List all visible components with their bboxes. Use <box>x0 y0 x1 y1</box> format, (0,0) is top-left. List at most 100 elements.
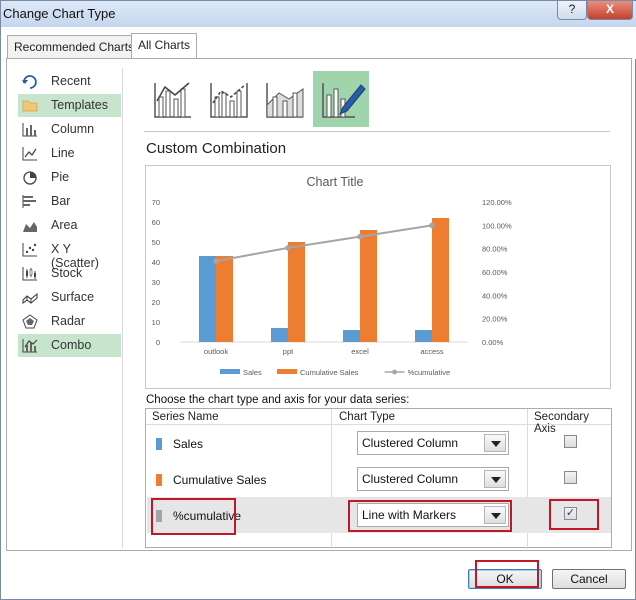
bar-sales-ppt <box>271 328 288 342</box>
category-templates[interactable]: Templates <box>18 94 121 117</box>
custom-combination-heading: Custom Combination <box>146 140 287 157</box>
stacked-area-column-icon <box>266 83 304 118</box>
chart-preview: Chart Title 0 10 20 30 40 50 60 70 0.00% 20.00% 4… <box>145 165 611 389</box>
bar-chart-icon <box>22 195 36 208</box>
help-button[interactable]: ? <box>557 1 587 20</box>
chevron-down-icon[interactable] <box>484 470 506 488</box>
surface-chart-icon <box>22 292 38 305</box>
custom-combination-icon <box>322 83 366 118</box>
category-bar[interactable]: Bar <box>18 190 121 213</box>
category-label: Combo <box>51 338 92 352</box>
category-scatter[interactable]: X Y (Scatter) <box>18 238 121 270</box>
bar-sales-outlook <box>199 256 216 342</box>
y2-tick-label: 100.00% <box>482 221 512 230</box>
gallery-separator <box>144 131 610 132</box>
combo-subtype-clustered-column-line-secondary[interactable] <box>201 71 257 127</box>
clustered-column-line-secondary-icon <box>210 83 248 118</box>
chart-title: Chart Title <box>307 175 364 189</box>
y2-tick-label: 0.00% <box>482 338 504 347</box>
category-label: Pie <box>51 170 70 184</box>
combo-subtype-custom-combination[interactable] <box>313 71 369 127</box>
x-category-label: ppt <box>283 347 294 356</box>
combo-chart-icon <box>22 339 38 353</box>
x-category-label: outlook <box>204 347 228 356</box>
series-name: Sales <box>173 437 204 451</box>
y2-tick-label: 80.00% <box>482 245 508 254</box>
stock-chart-icon <box>22 267 37 281</box>
series-row-sales: Sales Clustered Column <box>147 425 611 461</box>
x-category-label: excel <box>351 347 369 356</box>
y-tick-label: 40 <box>152 258 160 267</box>
y-tick-label: 0 <box>156 338 160 347</box>
title-bar: Change Chart Type ? X <box>1 1 636 27</box>
line-marker <box>285 245 291 251</box>
line-marker <box>213 258 219 264</box>
tab-recommended-charts[interactable]: Recommended Charts <box>7 35 142 59</box>
y-tick-label: 60 <box>152 218 160 227</box>
area-chart-icon <box>23 222 37 232</box>
bar-cumulative-sales-ppt <box>288 242 305 342</box>
tab-strip: Recommended Charts All Charts <box>1 27 636 59</box>
chart-type-value: Clustered Column <box>362 436 459 450</box>
annotation-box-secondary-axis <box>549 499 599 530</box>
line-marker <box>429 222 435 229</box>
y2-tick-label: 40.00% <box>482 291 508 300</box>
category-combo[interactable]: Combo <box>18 334 121 357</box>
bar-cumulative-sales-outlook <box>216 256 233 342</box>
series-color-swatch <box>156 474 162 486</box>
category-label: Bar <box>51 194 71 208</box>
category-pie[interactable]: Pie <box>18 166 121 189</box>
line-chart-icon <box>22 147 37 161</box>
legend-marker-dot <box>392 369 397 375</box>
category-label: Line <box>51 146 75 160</box>
scatter-chart-icon <box>22 243 37 257</box>
cancel-button[interactable]: Cancel <box>552 569 626 589</box>
annotation-box-series-name <box>151 498 236 535</box>
chart-category-list: Recent Templates Column Line Pie Bar Are… <box>17 68 123 548</box>
category-column[interactable]: Column <box>18 118 121 141</box>
y-tick-label: 50 <box>152 238 160 247</box>
bar-sales-excel <box>343 330 360 342</box>
category-label: Stock <box>51 266 83 280</box>
combo-subtype-stacked-area-column[interactable] <box>257 71 313 127</box>
chart-type-value: Clustered Column <box>362 472 459 486</box>
chevron-down-icon[interactable] <box>484 434 506 452</box>
combo-subtype-clustered-column-line[interactable] <box>145 71 201 127</box>
secondary-axis-checkbox-sales[interactable] <box>564 435 577 448</box>
category-label: Area <box>51 218 78 232</box>
legend-label: Sales <box>243 368 262 377</box>
close-button[interactable]: X <box>587 1 633 20</box>
category-line[interactable]: Line <box>18 142 121 165</box>
series-color-swatch <box>156 438 162 450</box>
category-label: Column <box>51 122 95 136</box>
category-area[interactable]: Area <box>18 214 121 237</box>
category-label: Templates <box>51 98 108 112</box>
legend-swatch <box>277 369 297 374</box>
category-recent[interactable]: Recent <box>18 70 121 93</box>
tab-all-charts[interactable]: All Charts <box>131 33 198 58</box>
legend-label: Cumulative Sales <box>300 368 359 377</box>
y-tick-label: 30 <box>152 278 160 287</box>
series-name: Cumulative Sales <box>173 473 267 487</box>
legend-swatch <box>220 369 240 374</box>
y2-tick-label: 60.00% <box>482 268 508 277</box>
category-label: Surface <box>51 290 95 304</box>
category-surface[interactable]: Surface <box>18 286 121 309</box>
y2-tick-label: 20.00% <box>482 315 508 324</box>
y2-tick-label: 120.00% <box>482 198 512 207</box>
secondary-axis-checkbox-cumulative-sales[interactable] <box>564 471 577 484</box>
clustered-column-line-icon <box>154 82 191 118</box>
y-tick-label: 20 <box>152 298 160 307</box>
category-stock[interactable]: Stock <box>18 262 121 285</box>
annotation-box-chart-type <box>348 500 512 532</box>
category-label: Recent <box>51 74 91 88</box>
dialog-title: Change Chart Type <box>3 6 116 21</box>
annotation-box-ok <box>475 560 539 588</box>
category-radar[interactable]: Radar <box>18 310 121 333</box>
series-instructions: Choose the chart type and axis for your … <box>146 394 410 406</box>
chart-type-dropdown-cumulative-sales[interactable]: Clustered Column <box>357 467 509 491</box>
chart-type-dropdown-sales[interactable]: Clustered Column <box>357 431 509 455</box>
combo-subtype-gallery <box>139 71 369 127</box>
templates-folder-icon <box>22 100 38 112</box>
x-category-label: access <box>420 347 444 356</box>
